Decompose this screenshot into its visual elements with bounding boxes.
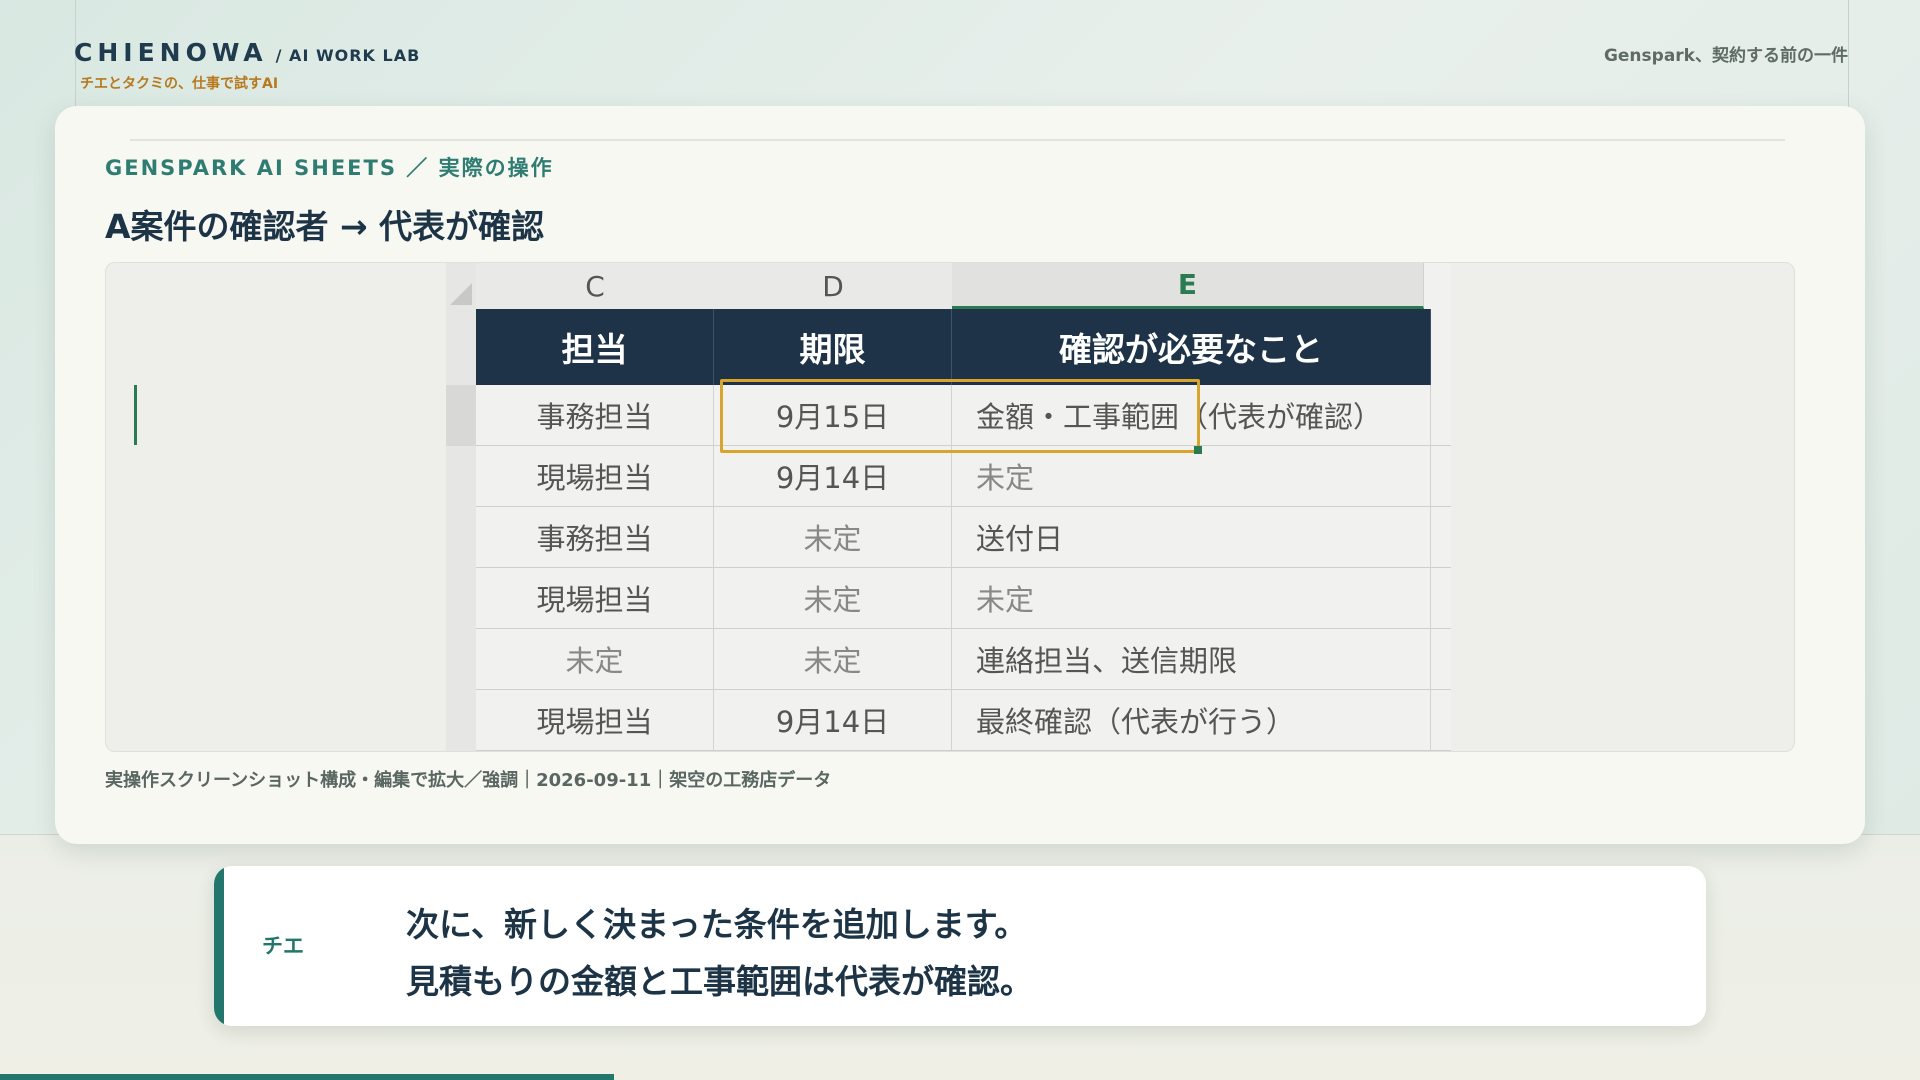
slide-kicker: GENSPARK AI SHEETS ／ 実際の操作 <box>105 156 554 180</box>
spreadsheet: C D E 担当 期限 確認が必要なこと 事務担当 9月15日 金額・工事範囲（… <box>446 263 1451 751</box>
table-cell[interactable]: 連絡担当、送信期限 <box>952 629 1431 689</box>
card-divider <box>130 139 1785 141</box>
brand-sub: / AI WORK LAB <box>275 46 421 65</box>
brand-logo: CHIENOWA / AI WORK LAB チエとタクミの、仕事で試すAI <box>74 38 420 93</box>
header-cell-deadline[interactable]: 期限 <box>714 309 952 385</box>
row-header[interactable] <box>446 309 476 386</box>
dialogue-line-1: 次に、新しく決まった条件を追加します。 <box>406 905 1028 944</box>
progress-bar <box>0 1074 615 1080</box>
table-header-row: 担当 期限 確認が必要なこと <box>476 309 1431 385</box>
table-cell[interactable]: 未定 <box>714 629 952 689</box>
dialogue-line-2: 見積もりの金額と工事範囲は代表が確認。 <box>406 962 1033 1001</box>
table-cell[interactable]: 事務担当 <box>476 507 714 567</box>
table-row: 現場担当 未定 未定 <box>476 568 1451 629</box>
table-cell[interactable]: 未定 <box>714 568 952 628</box>
row-header[interactable] <box>446 690 476 751</box>
table-cell[interactable]: 事務担当 <box>476 385 714 445</box>
row-header-selected[interactable] <box>446 385 476 447</box>
row-header[interactable] <box>446 629 476 691</box>
selected-row-indicator <box>134 385 137 445</box>
column-header-c[interactable]: C <box>476 263 715 309</box>
dialogue-box: チエ 次に、新しく決まった条件を追加します。 見積もりの金額と工事範囲は代表が確… <box>214 866 1706 1026</box>
table-cell[interactable]: 未定 <box>952 446 1431 506</box>
table-cell[interactable]: 9月14日 <box>714 446 952 506</box>
episode-title: Genspark、契約する前の一件 <box>1603 46 1848 66</box>
row-header[interactable] <box>446 446 476 508</box>
column-header-e[interactable]: E <box>952 263 1424 309</box>
screenshot-panel: C D E 担当 期限 確認が必要なこと 事務担当 9月15日 金額・工事範囲（… <box>105 262 1795 752</box>
table-row: 未定 未定 連絡担当、送信期限 <box>476 629 1451 690</box>
table-cell[interactable]: 9月14日 <box>714 690 952 750</box>
table-row: 現場担当 9月14日 未定 <box>476 446 1451 507</box>
table-row: 現場担当 9月14日 最終確認（代表が行う） <box>476 690 1451 751</box>
header-cell-assignee[interactable]: 担当 <box>476 309 714 385</box>
table-cell[interactable]: 未定 <box>714 507 952 567</box>
select-all-corner[interactable] <box>446 263 476 309</box>
table-cell[interactable]: 現場担当 <box>476 446 714 506</box>
table-cell[interactable]: 送付日 <box>952 507 1431 567</box>
table-cell[interactable]: 最終確認（代表が行う） <box>952 690 1431 750</box>
column-header-d[interactable]: D <box>714 263 953 309</box>
dialogue-accent-bar <box>214 866 224 1026</box>
header-cell-check-items[interactable]: 確認が必要なこと <box>952 309 1431 385</box>
table-row: 事務担当 未定 送付日 <box>476 507 1451 568</box>
row-header[interactable] <box>446 568 476 630</box>
slide-title: A案件の確認者 → 代表が確認 <box>105 207 545 246</box>
row-header[interactable] <box>446 507 476 569</box>
corner-triangle-icon <box>450 283 472 305</box>
background-guide-line <box>1848 0 1849 120</box>
brand-tagline: チエとタクミの、仕事で試すAI <box>80 76 279 92</box>
table-cell[interactable]: 未定 <box>952 568 1431 628</box>
table-cell[interactable]: 現場担当 <box>476 690 714 750</box>
cell-selection-highlight <box>720 379 1200 453</box>
fill-handle[interactable] <box>1194 446 1202 454</box>
brand-name: CHIENOWA <box>74 38 268 67</box>
slide-card: GENSPARK AI SHEETS ／ 実際の操作 A案件の確認者 → 代表が… <box>55 106 1865 844</box>
speaker-name: チエ <box>262 934 304 958</box>
table-cell[interactable]: 現場担当 <box>476 568 714 628</box>
screenshot-caption: 実操作スクリーンショット構成・編集で拡大／強調｜2026-09-11｜架空の工務… <box>105 770 832 791</box>
table-cell[interactable]: 未定 <box>476 629 714 689</box>
